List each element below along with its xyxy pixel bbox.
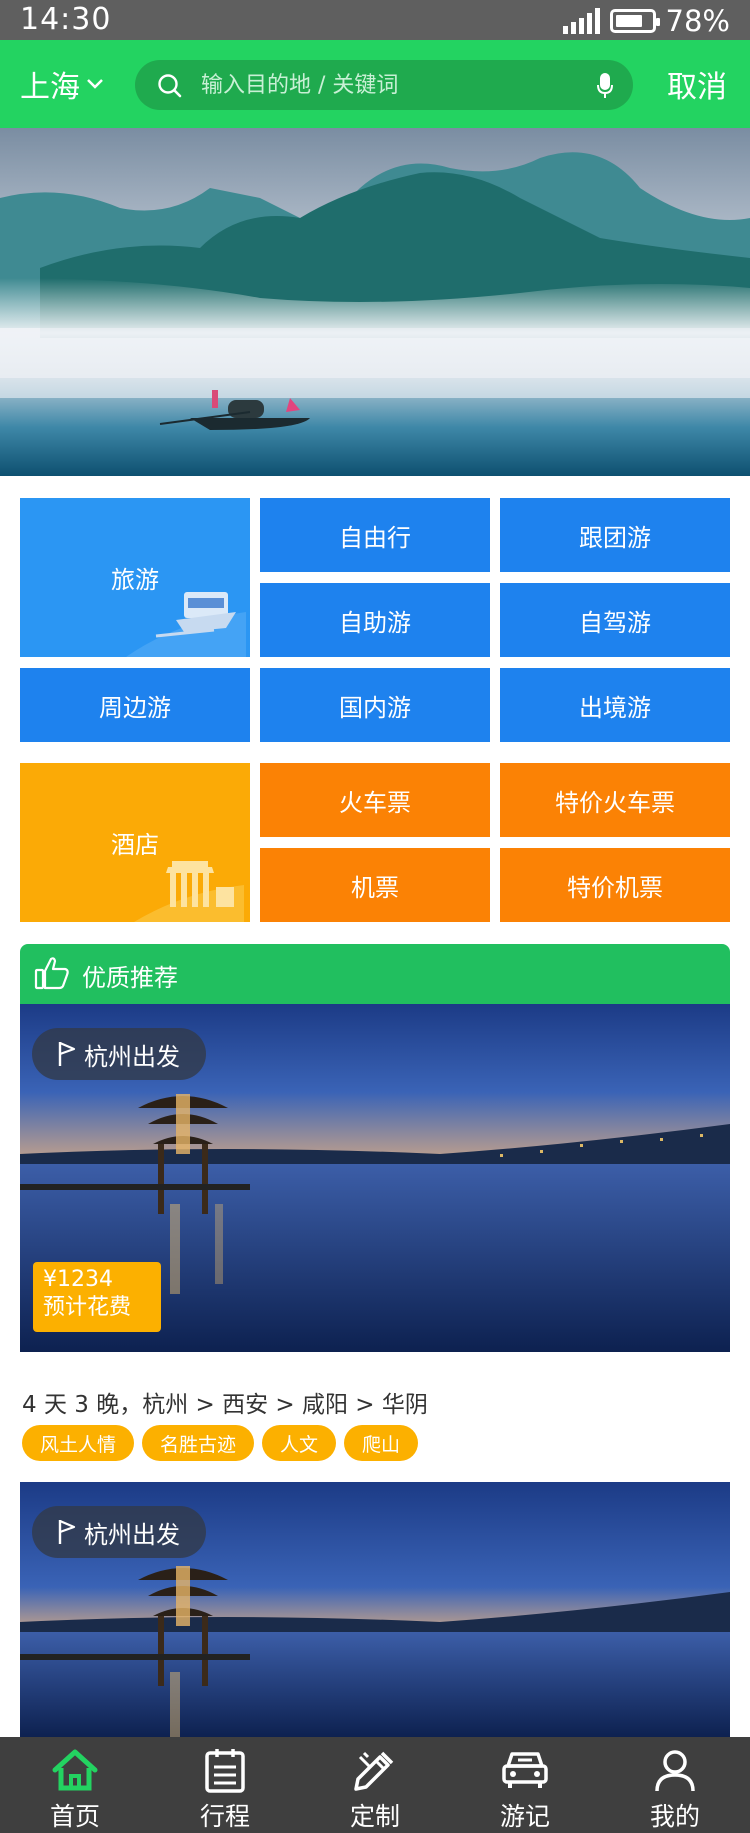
category-discount-train-ticket[interactable]: 特价火车票 [500,763,730,837]
chevron-down-icon [87,79,103,89]
category-free-travel[interactable]: 自由行 [260,498,490,572]
battery-percent: 78% [665,4,730,38]
category-hotel[interactable]: 酒店 [20,763,250,922]
nav-itinerary[interactable]: 行程 [150,1737,300,1833]
pencil-ruler-icon [354,1751,394,1791]
tag-item[interactable]: 名胜古迹 [142,1425,255,1461]
price-value: ¥1234 [43,1267,113,1292]
status-time: 14:30 [20,2,112,37]
search-icon [158,74,182,98]
category-air-ticket[interactable]: 机票 [260,848,490,922]
user-icon [655,1750,695,1792]
category-domestic[interactable]: 国内游 [260,668,490,742]
category-outbound[interactable]: 出境游 [500,668,730,742]
category-nearby[interactable]: 周边游 [20,668,250,742]
microphone-icon[interactable] [597,72,613,100]
category-self-drive[interactable]: 自驾游 [500,583,730,657]
flag-icon [58,1041,76,1066]
recommend-card-image[interactable]: 杭州出发 ¥1234 预计花费 [20,1004,730,1352]
cancel-button[interactable]: 取消 [667,62,727,106]
tag-list: 风土人情 名胜古迹 人文 爬山 [22,1425,419,1461]
city-label: 上海 [20,70,80,105]
ferry-boat-icon [126,592,246,657]
city-selector[interactable]: 上海 [20,62,104,106]
recommend-card-image[interactable]: 杭州出发 [20,1482,730,1737]
car-icon [502,1752,548,1788]
category-travel[interactable]: 旅游 [20,498,250,657]
price-label: 预计花费 [43,1295,132,1320]
search-box[interactable] [135,60,633,110]
nav-custom[interactable]: 定制 [300,1737,450,1833]
category-group-tour[interactable]: 跟团游 [500,498,730,572]
route-text: 4 天 3 晚，杭州 > 西安 > 咸阳 > 华阴 [22,1392,428,1418]
recommend-header: 优质推荐 [20,944,730,1004]
tag-item[interactable]: 风土人情 [22,1425,135,1461]
battery-icon [609,9,660,33]
signal-icon [562,8,600,34]
departure-badge: 杭州出发 [32,1506,206,1558]
calendar-list-icon [205,1749,245,1793]
hero-banner[interactable] [0,128,750,476]
nav-home[interactable]: 首页 [0,1737,150,1833]
status-bar: 14:30 78% [0,0,750,40]
departure-badge: 杭州出发 [32,1028,206,1080]
category-discount-air-ticket[interactable]: 特价机票 [500,848,730,922]
hotel-building-icon [134,861,244,922]
search-input[interactable] [201,60,561,110]
flag-icon [58,1519,76,1544]
price-badge: ¥1234 预计花费 [33,1262,161,1332]
tag-item[interactable]: 人文 [262,1425,337,1461]
nav-mine[interactable]: 我的 [600,1737,750,1833]
nav-travelogue[interactable]: 游记 [450,1737,600,1833]
category-train-ticket[interactable]: 火车票 [260,763,490,837]
tag-item[interactable]: 爬山 [344,1425,419,1461]
recommend-title: 优质推荐 [82,964,178,992]
home-icon [52,1749,98,1791]
hero-landscape-image [0,128,750,476]
thumbs-up-icon [34,957,69,990]
category-self-guided[interactable]: 自助游 [260,583,490,657]
bottom-nav: 首页 行程 定制 游记 我的 [0,1737,750,1833]
search-header: 上海 取消 [0,40,750,128]
